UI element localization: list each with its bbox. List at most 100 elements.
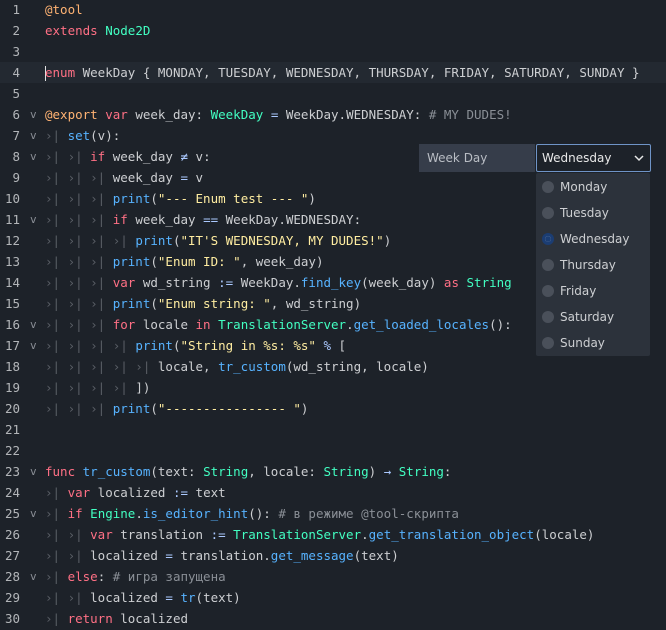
line-number[interactable]: 17 [0,335,20,356]
code-line[interactable]: 29 ›| ›| localized = tr(text) [0,587,666,608]
code-text[interactable]: ›| ›| localized = tr(text) [45,587,241,608]
code-line[interactable]: 27 ›| ›| localized = translation.get_mess… [0,545,666,566]
line-number[interactable]: 29 [0,587,20,608]
code-line[interactable]: 19 ›| ›| ›| ›| ]) [0,377,666,398]
code-line[interactable]: 26 ›| ›| var translation := TranslationSe… [0,524,666,545]
line-number[interactable]: 8 [0,146,20,167]
code-text[interactable]: ›| return localized [45,608,188,629]
code-text[interactable]: ›| ›| ›| if week_day == WeekDay.WEDNESDA… [45,209,361,230]
code-text[interactable]: ›| ›| localized = translation.get_messag… [45,545,399,566]
code-line[interactable]: 3 [0,41,666,62]
code-text[interactable]: ›| ›| if week_day ≠ v: [45,146,211,167]
code-text[interactable]: ›| ›| ›| var wd_string := WeekDay.find_k… [45,272,512,293]
code-token: "IT'S WEDNESDAY, MY DUDES!" [180,233,384,248]
code-text[interactable]: ›| ›| ›| print("Enum ID: ", week_day) [45,251,324,272]
code-text[interactable]: ›| ›| ›| ›| ›| locale, tr_custom(wd_stri… [45,356,429,377]
fold-arrow-icon[interactable]: v [30,104,37,125]
line-number[interactable]: 1 [0,0,20,20]
radio-icon [542,311,554,323]
code-line[interactable]: 22 [0,440,666,461]
code-text[interactable]: ›| else: # игра запущена [45,566,226,587]
dropdown-option-thursday[interactable]: Thursday [536,252,650,278]
code-text[interactable]: ›| ›| ›| ›| print("String in %s: %s" % [ [45,335,346,356]
dropdown-option-tuesday[interactable]: Tuesday [536,200,650,226]
dropdown-option-wednesday[interactable]: Wednesday [536,226,650,252]
code-text[interactable]: ›| ›| var translation := TranslationServ… [45,524,594,545]
code-line[interactable]: 18 ›| ›| ›| ›| ›| locale, tr_custom(wd_st… [0,356,666,377]
code-text[interactable]: func tr_custom(text: String, locale: Str… [45,461,451,482]
code-line[interactable]: 25 v ›| if Engine.is_editor_hint(): # в ре… [0,503,666,524]
dropdown-option-sunday[interactable]: Sunday [536,330,650,356]
code-text[interactable]: ›| ›| ›| week_day = v [45,167,203,188]
line-number[interactable]: 20 [0,398,20,419]
code-text[interactable]: @tool [45,0,83,20]
line-number[interactable]: 11 [0,209,20,230]
dropdown-option-saturday[interactable]: Saturday [536,304,650,330]
code-line[interactable]: 20 ›| ›| ›| print("---------------- ") [0,398,666,419]
code-text[interactable]: @export var week_day: WeekDay = WeekDay.… [45,104,512,125]
line-number[interactable]: 3 [0,41,20,62]
fold-arrow-icon[interactable]: v [30,503,37,524]
line-number[interactable]: 24 [0,482,20,503]
enum-select[interactable]: Wednesday [536,144,651,172]
code-text[interactable]: ›| set(v): [45,125,120,146]
line-number[interactable]: 18 [0,356,20,377]
line-number[interactable]: 21 [0,419,20,440]
fold-arrow-icon[interactable]: v [30,146,37,167]
code-token: (text) [195,590,241,605]
line-number[interactable]: 23 [0,461,20,482]
line-number[interactable]: 19 [0,377,20,398]
line-number[interactable]: 6 [0,104,20,125]
line-number[interactable]: 16 [0,314,20,335]
code-text[interactable]: ›| var localized := text [45,482,226,503]
line-number[interactable]: 22 [0,440,20,461]
line-number[interactable]: 9 [0,167,20,188]
fold-arrow-icon[interactable]: v [30,125,37,146]
option-label: Monday [560,180,608,194]
fold-arrow-icon[interactable]: v [30,209,37,230]
code-text[interactable]: extends Node2D [45,20,150,41]
code-line[interactable]: 21 [0,419,666,440]
fold-arrow-icon[interactable]: v [30,566,37,587]
fold-arrow-icon[interactable]: v [30,314,37,335]
code-text[interactable]: ›| ›| ›| print("---------------- ") [45,398,308,419]
code-text[interactable]: enum WeekDay { MONDAY, TUESDAY, WEDNESDA… [45,62,640,83]
line-number[interactable]: 13 [0,251,20,272]
fold-arrow-icon[interactable]: v [30,461,37,482]
line-number[interactable]: 28 [0,566,20,587]
code-token: WeekDay.WEDNESDAY: [218,212,362,227]
code-text[interactable]: ›| ›| ›| print("--- Enum test --- ") [45,188,316,209]
line-number[interactable]: 30 [0,608,20,629]
code-line[interactable]: 7 v ›| set(v): [0,125,666,146]
dropdown-option-monday[interactable]: Monday [536,174,650,200]
line-number[interactable]: 2 [0,20,20,41]
line-number[interactable]: 14 [0,272,20,293]
line-number[interactable]: 10 [0,188,20,209]
code-line[interactable]: 5 [0,83,666,104]
fold-arrow-icon[interactable]: v [30,335,37,356]
line-number[interactable]: 27 [0,545,20,566]
code-text[interactable]: ›| ›| ›| for locale in TranslationServer… [45,314,512,335]
code-line[interactable]: 23 v func tr_custom(text: String, locale: … [0,461,666,482]
dropdown-option-friday[interactable]: Friday [536,278,650,304]
code-text[interactable]: ›| ›| ›| ›| print("IT'S WEDNESDAY, MY DU… [45,230,391,251]
line-number[interactable]: 15 [0,293,20,314]
code-line[interactable]: 4 enum WeekDay { MONDAY, TUESDAY, WEDNESD… [0,62,666,83]
code-line[interactable]: 30 ›| return localized [0,608,666,629]
code-text[interactable]: ›| ›| ›| ›| ]) [45,377,150,398]
code-line[interactable]: 28 v ›| else: # игра запущена [0,566,666,587]
code-token: # игра запущена [112,569,226,584]
line-number[interactable]: 5 [0,83,20,104]
code-text[interactable]: ›| ›| ›| print("Enum string: ", wd_strin… [45,293,361,314]
code-line[interactable]: 1 @tool [0,0,666,20]
code-line[interactable]: 6 v @export var week_day: WeekDay = WeekDa… [0,104,666,125]
line-number[interactable]: 7 [0,125,20,146]
line-number[interactable]: 4 [0,62,20,83]
line-number[interactable]: 12 [0,230,20,251]
code-line[interactable]: 24 ›| var localized := text [0,482,666,503]
radio-icon [542,259,554,271]
line-number[interactable]: 26 [0,524,20,545]
code-text[interactable]: ›| if Engine.is_editor_hint(): # в режим… [45,503,459,524]
code-line[interactable]: 2 extends Node2D [0,20,666,41]
line-number[interactable]: 25 [0,503,20,524]
